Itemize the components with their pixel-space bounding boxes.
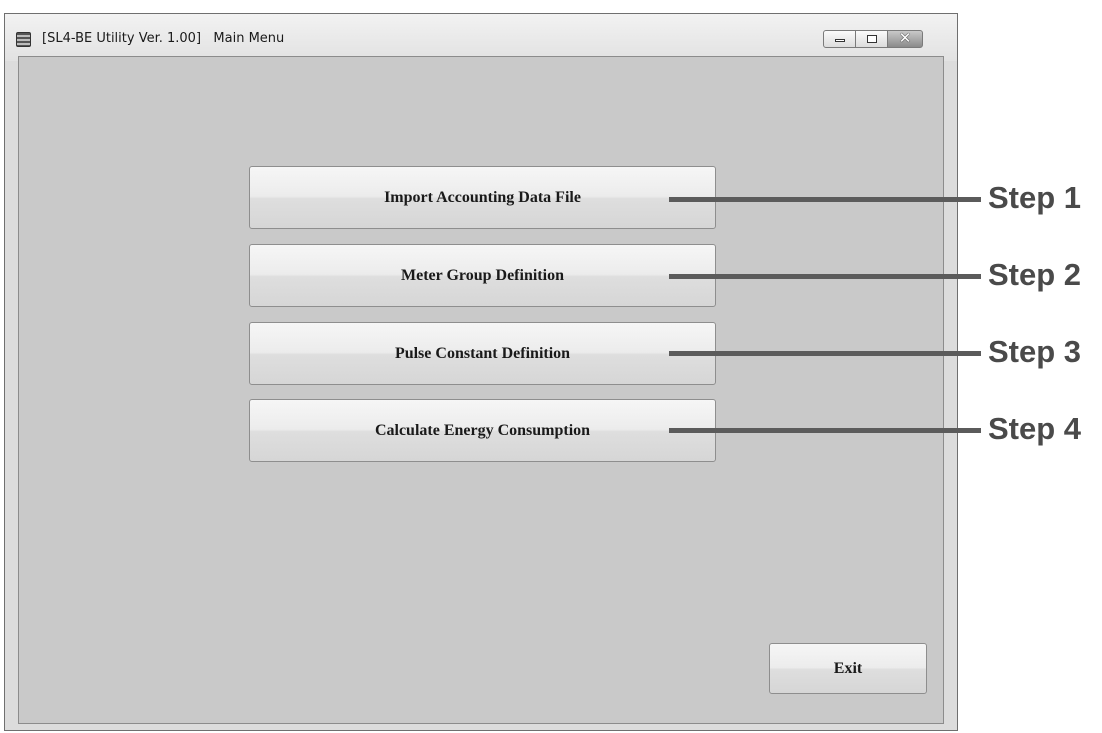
- step-2-label: Step 2: [988, 257, 1082, 292]
- step-3-callout-line: [669, 351, 981, 356]
- minimize-button[interactable]: [823, 30, 856, 48]
- caption-buttons: ✕: [823, 29, 923, 48]
- title-bar[interactable]: [SL4-BE Utility Ver. 1.00] Main Menu ✕: [5, 14, 957, 61]
- pulse-constant-definition-button[interactable]: Pulse Constant Definition: [249, 322, 716, 385]
- import-accounting-data-file-button[interactable]: Import Accounting Data File: [249, 166, 716, 229]
- window-title: [SL4-BE Utility Ver. 1.00] Main Menu: [42, 31, 285, 46]
- maximize-icon: [867, 35, 877, 43]
- stage: [SL4-BE Utility Ver. 1.00] Main Menu ✕ I…: [0, 0, 1102, 733]
- exit-button[interactable]: Exit: [769, 643, 927, 694]
- close-icon: ✕: [898, 29, 912, 47]
- step-4-label: Step 4: [988, 411, 1082, 446]
- step-1-callout-line: [669, 197, 981, 202]
- close-button[interactable]: ✕: [887, 29, 923, 48]
- step-1-label: Step 1: [988, 180, 1082, 215]
- step-2-callout-line: [669, 274, 981, 279]
- step-3-label: Step 3: [988, 334, 1082, 369]
- step-4-callout-line: [669, 428, 981, 433]
- minimize-icon: [835, 39, 845, 42]
- meter-group-definition-button[interactable]: Meter Group Definition: [249, 244, 716, 307]
- calculate-energy-consumption-button[interactable]: Calculate Energy Consumption: [249, 399, 716, 462]
- main-menu-window: [SL4-BE Utility Ver. 1.00] Main Menu ✕ I…: [4, 13, 958, 731]
- app-icon[interactable]: [16, 32, 31, 47]
- maximize-button[interactable]: [855, 30, 888, 48]
- client-area: Import Accounting Data File Meter Group …: [18, 56, 944, 724]
